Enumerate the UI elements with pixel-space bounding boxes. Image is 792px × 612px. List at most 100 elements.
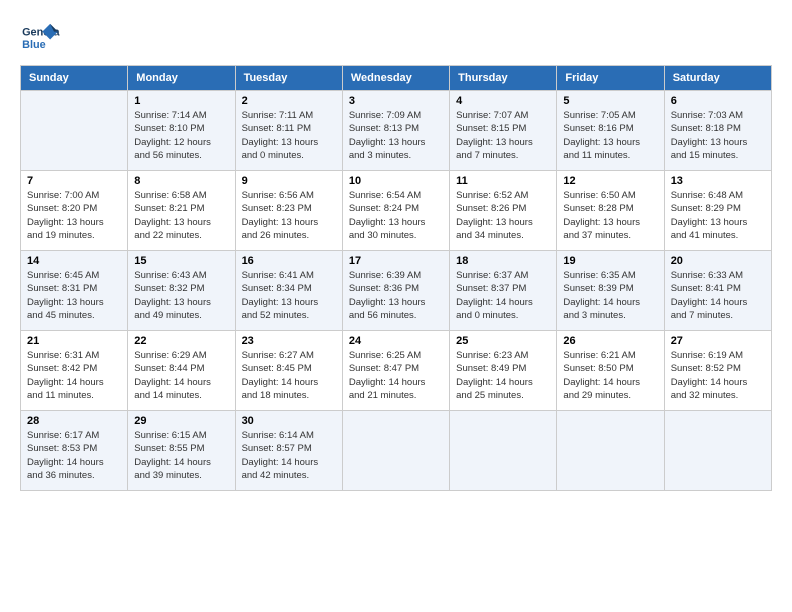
- day-cell: 1 Sunrise: 7:14 AMSunset: 8:10 PMDaylight…: [128, 91, 235, 171]
- day-cell: 6 Sunrise: 7:03 AMSunset: 8:18 PMDaylight…: [664, 91, 771, 171]
- day-number: 26: [563, 335, 657, 347]
- day-info: Sunrise: 6:50 AMSunset: 8:28 PMDaylight:…: [563, 189, 657, 242]
- day-cell: 9 Sunrise: 6:56 AMSunset: 8:23 PMDaylight…: [235, 171, 342, 251]
- day-number: 22: [134, 335, 228, 347]
- day-info: Sunrise: 6:52 AMSunset: 8:26 PMDaylight:…: [456, 189, 550, 242]
- day-cell: [557, 411, 664, 491]
- day-number: 8: [134, 175, 228, 187]
- day-cell: 3Sunrise: 7:09 AMSunset: 8:13 PMDaylight…: [342, 91, 449, 171]
- day-info: Sunrise: 7:05 AMSunset: 8:16 PMDaylight:…: [563, 109, 657, 162]
- logo: General Blue: [20, 20, 64, 55]
- day-cell: 11 Sunrise: 6:52 AMSunset: 8:26 PMDayligh…: [450, 171, 557, 251]
- day-number: 4: [456, 95, 550, 107]
- week-row-3: 14Sunrise: 6:45 AMSunset: 8:31 PMDayligh…: [21, 251, 772, 331]
- day-cell: 10 Sunrise: 6:54 AMSunset: 8:24 PMDayligh…: [342, 171, 449, 251]
- day-cell: 23 Sunrise: 6:27 AMSunset: 8:45 PMDayligh…: [235, 331, 342, 411]
- day-info: Sunrise: 6:27 AMSunset: 8:45 PMDaylight:…: [242, 349, 336, 402]
- day-info: Sunrise: 6:45 AMSunset: 8:31 PMDaylight:…: [27, 269, 121, 322]
- day-cell: [21, 91, 128, 171]
- calendar-table: SundayMondayTuesdayWednesdayThursdayFrid…: [20, 65, 772, 491]
- logo-icon: General Blue: [20, 20, 60, 55]
- day-cell: 21 Sunrise: 6:31 AMSunset: 8:42 PMDayligh…: [21, 331, 128, 411]
- day-number: 19: [563, 255, 657, 267]
- day-number: 13: [671, 175, 765, 187]
- day-info: Sunrise: 7:11 AMSunset: 8:11 PMDaylight:…: [242, 109, 336, 162]
- day-cell: 16Sunrise: 6:41 AMSunset: 8:34 PMDayligh…: [235, 251, 342, 331]
- day-number: 9: [242, 175, 336, 187]
- day-cell: 30Sunrise: 6:14 AMSunset: 8:57 PMDayligh…: [235, 411, 342, 491]
- day-number: 10: [349, 175, 443, 187]
- day-cell: [664, 411, 771, 491]
- day-number: 17: [349, 255, 443, 267]
- day-info: Sunrise: 7:14 AMSunset: 8:10 PMDaylight:…: [134, 109, 228, 162]
- calendar-header: SundayMondayTuesdayWednesdayThursdayFrid…: [21, 66, 772, 91]
- day-number: 6: [671, 95, 765, 107]
- day-info: Sunrise: 6:31 AMSunset: 8:42 PMDaylight:…: [27, 349, 121, 402]
- day-cell: 24 Sunrise: 6:25 AMSunset: 8:47 PMDayligh…: [342, 331, 449, 411]
- day-cell: 4 Sunrise: 7:07 AMSunset: 8:15 PMDaylight…: [450, 91, 557, 171]
- day-info: Sunrise: 6:56 AMSunset: 8:23 PMDaylight:…: [242, 189, 336, 242]
- day-info: Sunrise: 7:07 AMSunset: 8:15 PMDaylight:…: [456, 109, 550, 162]
- week-row-1: 1 Sunrise: 7:14 AMSunset: 8:10 PMDaylight…: [21, 91, 772, 171]
- day-cell: 29 Sunrise: 6:15 AMSunset: 8:55 PMDayligh…: [128, 411, 235, 491]
- day-info: Sunrise: 6:25 AMSunset: 8:47 PMDaylight:…: [349, 349, 443, 402]
- week-row-4: 21 Sunrise: 6:31 AMSunset: 8:42 PMDayligh…: [21, 331, 772, 411]
- header-cell-thursday: Thursday: [450, 66, 557, 91]
- day-cell: 22 Sunrise: 6:29 AMSunset: 8:44 PMDayligh…: [128, 331, 235, 411]
- day-number: 16: [242, 255, 336, 267]
- header-cell-sunday: Sunday: [21, 66, 128, 91]
- day-cell: 15 Sunrise: 6:43 AMSunset: 8:32 PMDayligh…: [128, 251, 235, 331]
- day-number: 20: [671, 255, 765, 267]
- day-cell: 26 Sunrise: 6:21 AMSunset: 8:50 PMDayligh…: [557, 331, 664, 411]
- day-number: 5: [563, 95, 657, 107]
- day-info: Sunrise: 6:35 AMSunset: 8:39 PMDaylight:…: [563, 269, 657, 322]
- day-number: 25: [456, 335, 550, 347]
- day-number: 1: [134, 95, 228, 107]
- day-info: Sunrise: 6:29 AMSunset: 8:44 PMDaylight:…: [134, 349, 228, 402]
- day-info: Sunrise: 6:17 AMSunset: 8:53 PMDaylight:…: [27, 429, 121, 482]
- header-cell-wednesday: Wednesday: [342, 66, 449, 91]
- day-number: 29: [134, 415, 228, 427]
- header-cell-monday: Monday: [128, 66, 235, 91]
- day-number: 15: [134, 255, 228, 267]
- day-info: Sunrise: 7:03 AMSunset: 8:18 PMDaylight:…: [671, 109, 765, 162]
- day-number: 7: [27, 175, 121, 187]
- day-cell: 7 Sunrise: 7:00 AMSunset: 8:20 PMDaylight…: [21, 171, 128, 251]
- day-cell: 13Sunrise: 6:48 AMSunset: 8:29 PMDayligh…: [664, 171, 771, 251]
- day-cell: 20 Sunrise: 6:33 AMSunset: 8:41 PMDayligh…: [664, 251, 771, 331]
- day-info: Sunrise: 6:58 AMSunset: 8:21 PMDaylight:…: [134, 189, 228, 242]
- day-cell: [450, 411, 557, 491]
- header-cell-saturday: Saturday: [664, 66, 771, 91]
- week-row-5: 28 Sunrise: 6:17 AMSunset: 8:53 PMDayligh…: [21, 411, 772, 491]
- day-cell: 27Sunrise: 6:19 AMSunset: 8:52 PMDayligh…: [664, 331, 771, 411]
- day-info: Sunrise: 6:43 AMSunset: 8:32 PMDaylight:…: [134, 269, 228, 322]
- day-info: Sunrise: 6:54 AMSunset: 8:24 PMDaylight:…: [349, 189, 443, 242]
- day-info: Sunrise: 6:15 AMSunset: 8:55 PMDaylight:…: [134, 429, 228, 482]
- svg-text:Blue: Blue: [22, 39, 46, 51]
- day-cell: [342, 411, 449, 491]
- day-info: Sunrise: 6:39 AMSunset: 8:36 PMDaylight:…: [349, 269, 443, 322]
- day-cell: 12Sunrise: 6:50 AMSunset: 8:28 PMDayligh…: [557, 171, 664, 251]
- day-number: 27: [671, 335, 765, 347]
- day-number: 11: [456, 175, 550, 187]
- day-cell: 17 Sunrise: 6:39 AMSunset: 8:36 PMDayligh…: [342, 251, 449, 331]
- day-number: 23: [242, 335, 336, 347]
- day-number: 24: [349, 335, 443, 347]
- day-info: Sunrise: 6:21 AMSunset: 8:50 PMDaylight:…: [563, 349, 657, 402]
- day-number: 28: [27, 415, 121, 427]
- header-cell-friday: Friday: [557, 66, 664, 91]
- day-cell: 19 Sunrise: 6:35 AMSunset: 8:39 PMDayligh…: [557, 251, 664, 331]
- calendar-body: 1 Sunrise: 7:14 AMSunset: 8:10 PMDaylight…: [21, 91, 772, 491]
- day-cell: 25Sunrise: 6:23 AMSunset: 8:49 PMDayligh…: [450, 331, 557, 411]
- day-cell: 2Sunrise: 7:11 AMSunset: 8:11 PMDaylight…: [235, 91, 342, 171]
- day-number: 21: [27, 335, 121, 347]
- day-number: 30: [242, 415, 336, 427]
- day-number: 3: [349, 95, 443, 107]
- day-cell: 18 Sunrise: 6:37 AMSunset: 8:37 PMDayligh…: [450, 251, 557, 331]
- header-row: SundayMondayTuesdayWednesdayThursdayFrid…: [21, 66, 772, 91]
- day-info: Sunrise: 6:37 AMSunset: 8:37 PMDaylight:…: [456, 269, 550, 322]
- day-info: Sunrise: 6:33 AMSunset: 8:41 PMDaylight:…: [671, 269, 765, 322]
- day-number: 18: [456, 255, 550, 267]
- day-info: Sunrise: 7:00 AMSunset: 8:20 PMDaylight:…: [27, 189, 121, 242]
- page-header: General Blue: [20, 20, 772, 55]
